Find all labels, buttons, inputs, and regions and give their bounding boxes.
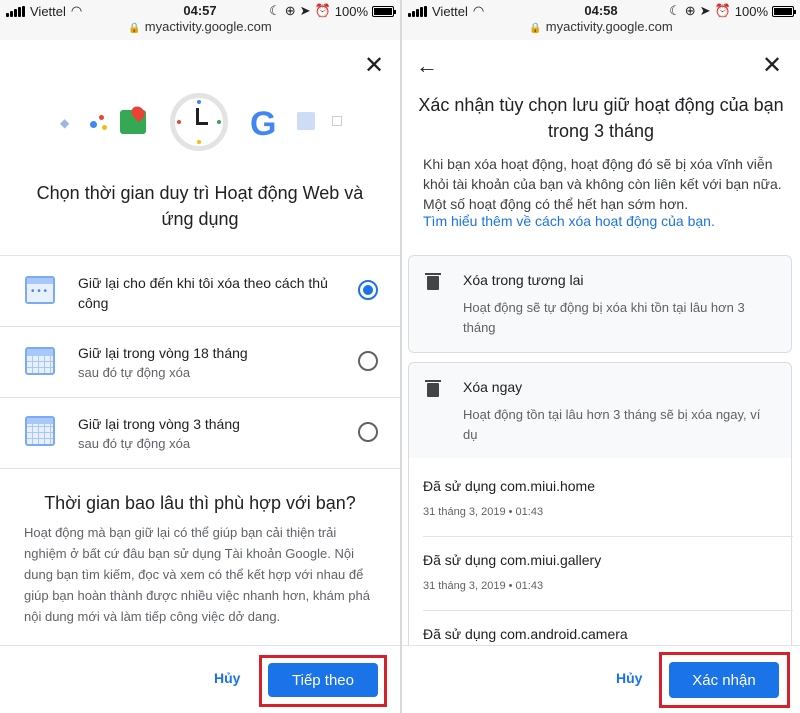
page-title: Chọn thời gian duy trì Hoạt động Web và … — [36, 183, 364, 229]
next-button[interactable]: Tiếp theo — [268, 663, 378, 697]
cancel-button[interactable]: Hủy — [616, 670, 642, 686]
lock-icon: 🔒 — [128, 23, 141, 34]
lock-icon: 🔒 — [529, 23, 542, 34]
card-title: Xóa ngay — [463, 379, 523, 395]
radio-unselected[interactable] — [358, 351, 378, 371]
list-item[interactable]: Đã sử dụng com.miui.home 31 tháng 3, 201… — [423, 478, 783, 518]
url-bar[interactable]: 🔒 myactivity.google.com — [0, 20, 400, 40]
learn-more-link[interactable]: Tìm hiểu thêm về cách xóa hoạt động của … — [423, 213, 715, 229]
option-label: Giữ lại trong vòng 3 tháng — [78, 416, 240, 432]
calendar-grid-icon — [25, 347, 55, 375]
list-item[interactable]: Đã sử dụng com.android.camera — [423, 626, 783, 642]
section-title: Thời gian bao lâu thì phù hợp với bạn? — [44, 493, 356, 513]
card-title: Xóa trong tương lai — [463, 272, 584, 288]
trash-clock-icon — [425, 272, 441, 292]
calendar-icon — [25, 276, 55, 304]
radio-unselected[interactable] — [358, 422, 378, 442]
lock-rotation-icon: ⊕ — [684, 3, 696, 18]
option-sub: sau đó tự động xóa — [78, 365, 191, 380]
left-screen: Viettel ◠ 04:57 ☾ ⊕ ➤ ⏰ 100% 🔒 myactivity… — [0, 0, 400, 713]
footer-divider — [0, 645, 400, 646]
url-text: myactivity.google.com — [144, 19, 272, 34]
lock-rotation-icon: ⊕ — [284, 3, 296, 18]
status-bar: Viettel ◠ 04:58 ☾ ⊕ ➤ ⏰ 100% — [402, 0, 800, 20]
footer-divider — [402, 645, 800, 646]
divider — [0, 468, 400, 469]
option-sub: sau đó tự động xóa — [78, 436, 191, 451]
activity-title: Đã sử dụng com.android.camera — [423, 626, 628, 642]
activity-time: 31 tháng 3, 2019 • 01:43 — [423, 580, 544, 592]
url-bar[interactable]: 🔒 myactivity.google.com — [402, 20, 800, 40]
battery-percent: 100% — [334, 3, 368, 19]
trash-alert-icon — [425, 379, 441, 399]
card-delete-future: Xóa trong tương lai Hoạt động sẽ tự động… — [408, 255, 792, 353]
option-keep-manual[interactable]: Giữ lại cho đến khi tôi xóa theo cách th… — [0, 256, 400, 326]
card-desc: Hoạt động sẽ tự động bị xóa khi tồn tại … — [463, 300, 745, 335]
confirm-button[interactable]: Xác nhận — [669, 662, 779, 698]
calendar-stack-icon — [25, 416, 55, 446]
option-keep-18-months[interactable]: Giữ lại trong vòng 18 tháng sau đó tự độ… — [0, 327, 400, 397]
activity-title: Đã sử dụng com.miui.home — [423, 478, 595, 494]
moon-icon: ☾ — [669, 3, 681, 18]
status-right: ☾ ⊕ ➤ ⏰ 100% — [269, 3, 396, 19]
option-label: Giữ lại trong vòng 18 tháng — [78, 345, 248, 361]
option-keep-3-months[interactable]: Giữ lại trong vòng 3 tháng sau đó tự độn… — [0, 398, 400, 468]
battery-icon — [372, 5, 396, 17]
clock-icon — [170, 93, 228, 151]
alarm-icon: ⏰ — [314, 3, 331, 18]
battery-icon — [772, 5, 796, 17]
close-icon[interactable]: ✕ — [362, 54, 386, 78]
location-icon: ➤ — [699, 3, 711, 18]
moon-icon: ☾ — [269, 3, 281, 18]
news-icon — [297, 112, 315, 130]
card-desc: Hoạt động tồn tại lâu hơn 3 tháng sẽ bị … — [463, 407, 761, 442]
section-body: Hoạt động mà bạn giữ lại có thể giúp bạn… — [24, 525, 370, 624]
activity-time: 31 tháng 3, 2019 • 01:43 — [423, 506, 544, 518]
back-arrow-icon[interactable]: ← — [416, 54, 438, 78]
google-g-icon: G — [250, 105, 277, 143]
close-icon[interactable]: ✕ — [760, 54, 784, 78]
battery-percent: 100% — [734, 3, 768, 19]
divider — [423, 610, 793, 611]
info-text: Khi bạn xóa hoạt động, hoạt động đó sẽ b… — [423, 156, 782, 212]
location-icon: ➤ — [299, 3, 311, 18]
url-text: myactivity.google.com — [545, 19, 673, 34]
tag-icon: ◆ — [60, 116, 70, 130]
divider — [423, 536, 793, 537]
image-icon — [332, 116, 342, 126]
hero-illustration: ◆ G — [60, 90, 345, 155]
maps-icon — [120, 110, 146, 134]
status-bar: Viettel ◠ 04:57 ☾ ⊕ ➤ ⏰ 100% — [0, 0, 400, 20]
option-label: Giữ lại cho đến khi tôi xóa theo cách th… — [78, 275, 328, 311]
alarm-icon: ⏰ — [714, 3, 731, 18]
radio-selected[interactable] — [358, 280, 378, 300]
status-right: ☾ ⊕ ➤ ⏰ 100% — [669, 3, 796, 19]
page-title: Xác nhận tùy chọn lưu giữ hoạt động của … — [418, 95, 784, 141]
list-item[interactable]: Đã sử dụng com.miui.gallery 31 tháng 3, … — [423, 552, 783, 592]
activity-title: Đã sử dụng com.miui.gallery — [423, 552, 602, 568]
right-screen: Viettel ◠ 04:58 ☾ ⊕ ➤ ⏰ 100% 🔒 myactivity… — [402, 0, 800, 713]
cancel-button[interactable]: Hủy — [214, 670, 240, 686]
